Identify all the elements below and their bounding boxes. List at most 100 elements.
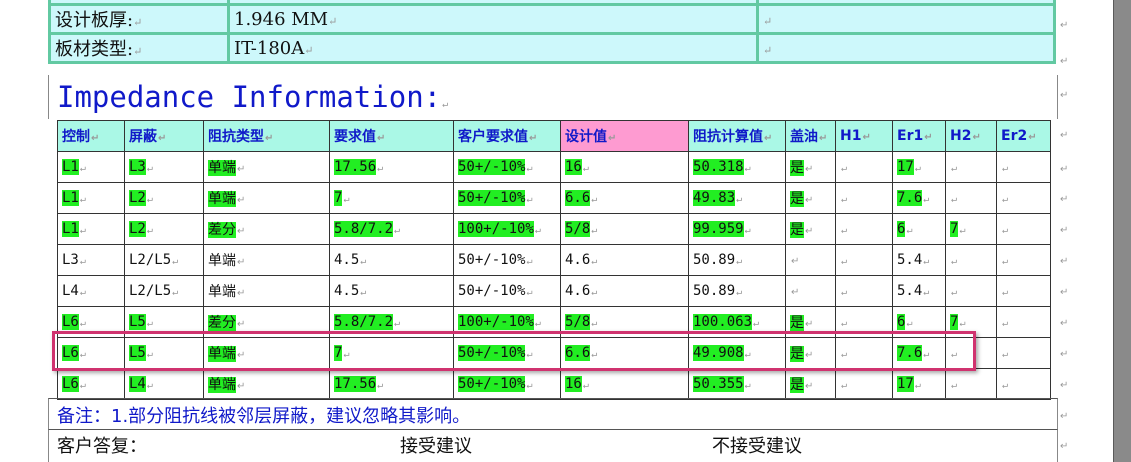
table-cell[interactable]: 50.89↵ [688, 244, 786, 276]
info-value-cell[interactable]: 1.946 MM↵ [227, 3, 759, 35]
table-cell[interactable]: ↵ [785, 244, 836, 276]
info-value-cell[interactable]: IT-180A↵ [227, 32, 759, 64]
table-cell[interactable]: ↵ [996, 337, 1051, 369]
column-header[interactable]: H1↵ [835, 120, 893, 152]
paragraph-mark-icon: ↵ [1060, 287, 1069, 298]
table-cell[interactable]: L3↵ [57, 244, 125, 276]
table-cell[interactable]: L2↵ [124, 182, 204, 214]
table-cell[interactable]: 7.6↵ [892, 182, 946, 214]
info-label-cell[interactable]: 板材类型:↵ [48, 32, 230, 64]
table-cell[interactable]: L1↵ [57, 213, 125, 245]
table-cell[interactable]: 7↵ [945, 213, 997, 245]
table-cell[interactable]: 17.56↵ [329, 368, 454, 400]
table-cell[interactable]: 17↵ [892, 151, 946, 183]
info-empty-cell[interactable]: ↵ [756, 3, 1056, 35]
table-cell[interactable]: ↵ [835, 244, 893, 276]
table-cell[interactable]: 差分↵ [203, 213, 330, 245]
table-cell[interactable]: 5.8/7.2↵ [329, 213, 454, 245]
table-cell[interactable]: ↵ [996, 182, 1051, 214]
column-header[interactable]: 设计值↵ [560, 120, 689, 152]
table-cell[interactable]: 50.355↵ [688, 368, 786, 400]
column-header[interactable]: 要求值↵ [329, 120, 454, 152]
table-cell[interactable]: L4↵ [124, 368, 204, 400]
table-cell[interactable]: 16↵ [560, 151, 689, 183]
table-cell[interactable]: ↵ [945, 182, 997, 214]
table-cell[interactable]: L6↵ [57, 368, 125, 400]
table-cell[interactable]: 5.4↵ [892, 275, 946, 307]
column-header[interactable]: 盖油↵ [785, 120, 836, 152]
table-cell[interactable]: 单端↵ [203, 368, 330, 400]
column-header[interactable]: 屏蔽↵ [124, 120, 204, 152]
table-cell[interactable]: 16↵ [560, 368, 689, 400]
table-cell[interactable]: L3↵ [124, 151, 204, 183]
column-header[interactable]: 客户要求值↵ [453, 120, 561, 152]
table-cell[interactable]: 6.6↵ [560, 182, 689, 214]
reject-suggestion-option[interactable]: 不接受建议 [712, 432, 802, 458]
table-cell[interactable]: 4.5↵ [329, 275, 454, 307]
table-cell[interactable]: 50+/-10%↵ [453, 275, 561, 307]
table-cell[interactable]: 50.318↵ [688, 151, 786, 183]
paragraph-mark-icon: ↵ [1060, 164, 1069, 175]
table-cell[interactable]: ↵ [996, 368, 1051, 400]
table-cell[interactable]: 是↵ [785, 182, 836, 214]
table-cell[interactable]: ↵ [835, 275, 893, 307]
table-cell[interactable]: ↵ [835, 182, 893, 214]
column-header[interactable]: Er2↵ [996, 120, 1051, 152]
table-cell[interactable]: 单端↵ [203, 244, 330, 276]
table-cell[interactable]: ↵ [996, 213, 1051, 245]
table-cell[interactable]: ↵ [996, 244, 1051, 276]
table-cell[interactable]: 50+/-10%↵ [453, 368, 561, 400]
table-cell[interactable]: ↵ [945, 368, 997, 400]
table-cell[interactable]: L2/L5↵ [124, 275, 204, 307]
column-header[interactable]: 阻抗计算值↵ [688, 120, 786, 152]
table-cell[interactable]: ↵ [785, 275, 836, 307]
table-cell[interactable]: 50+/-10%↵ [453, 182, 561, 214]
table-cell[interactable]: ↵ [945, 151, 997, 183]
window-scroll-gutter[interactable] [1113, 0, 1131, 462]
table-cell[interactable]: 50+/-10%↵ [453, 151, 561, 183]
table-cell[interactable]: 单端↵ [203, 275, 330, 307]
table-cell[interactable]: L2↵ [124, 213, 204, 245]
table-cell[interactable]: 7↵ [329, 182, 454, 214]
table-cell[interactable]: 6↵ [892, 213, 946, 245]
table-cell[interactable]: 49.83↵ [688, 182, 786, 214]
table-cell[interactable]: 100+/-10%↵ [453, 213, 561, 245]
table-cell[interactable]: 50+/-10%↵ [453, 244, 561, 276]
table-cell[interactable]: ↵ [996, 151, 1051, 183]
table-cell[interactable]: 17↵ [892, 368, 946, 400]
table-cell[interactable]: 50.89↵ [688, 275, 786, 307]
table-cell[interactable]: ↵ [835, 213, 893, 245]
column-header[interactable]: 阻抗类型↵ [203, 120, 330, 152]
table-cell[interactable]: 是↵ [785, 368, 836, 400]
table-cell[interactable]: 单端↵ [203, 182, 330, 214]
info-empty-cell[interactable]: ↵ [756, 32, 1056, 64]
table-cell[interactable]: ↵ [945, 244, 997, 276]
impedance-header-row: 控制↵ 屏蔽↵ 阻抗类型↵ 要求值↵ 客户要求值↵ 设计值↵ 阻抗计算值↵ 盖油↵ H1↵ Er1… [57, 120, 1051, 152]
customer-reply-label: 客户答复： [57, 436, 147, 457]
accept-suggestion-option[interactable]: 接受建议 [400, 432, 472, 458]
table-cell[interactable]: ↵ [835, 151, 893, 183]
table-cell[interactable]: 99.959↵ [688, 213, 786, 245]
table-cell[interactable]: 17.56↵ [329, 151, 454, 183]
table-cell[interactable]: 是↵ [785, 213, 836, 245]
table-cell[interactable]: ↵ [996, 306, 1051, 338]
table-cell[interactable]: 4.5↵ [329, 244, 454, 276]
table-cell[interactable]: 是↵ [785, 151, 836, 183]
table-cell[interactable]: L1↵ [57, 182, 125, 214]
table-cell[interactable]: L4↵ [57, 275, 125, 307]
column-header[interactable]: 控制↵ [57, 120, 125, 152]
column-header[interactable]: Er1↵ [892, 120, 946, 152]
table-cell[interactable]: ↵ [835, 368, 893, 400]
table-cell[interactable]: 4.6↵ [560, 275, 689, 307]
document-page: 设计板厚:↵ 1.946 MM↵ ↵ 板材类型:↵ IT-180A↵ ↵ Imp… [0, 0, 1113, 462]
table-cell[interactable]: 5.4↵ [892, 244, 946, 276]
table-cell[interactable]: 4.6↵ [560, 244, 689, 276]
table-cell[interactable]: 5/8↵ [560, 213, 689, 245]
info-label-cell[interactable]: 设计板厚:↵ [48, 3, 230, 35]
table-cell[interactable]: ↵ [945, 275, 997, 307]
table-cell[interactable]: L2/L5↵ [124, 244, 204, 276]
table-cell[interactable]: L1↵ [57, 151, 125, 183]
column-header[interactable]: H2↵ [945, 120, 997, 152]
table-cell[interactable]: 单端↵ [203, 151, 330, 183]
table-cell[interactable]: ↵ [996, 275, 1051, 307]
